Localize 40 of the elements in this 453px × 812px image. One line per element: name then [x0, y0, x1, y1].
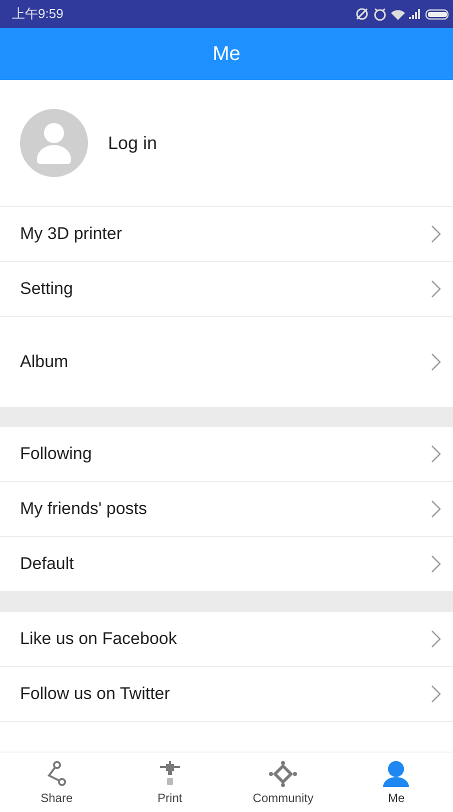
login-link[interactable]: Log in: [108, 132, 158, 154]
network-icon: [269, 760, 298, 786]
chevron-icon: [431, 555, 441, 573]
menu-item[interactable]: Like us on Facebook: [0, 612, 453, 667]
tab[interactable]: Print: [113, 753, 226, 812]
avatar-icon: [20, 109, 88, 177]
menu-label: My 3D printer: [20, 224, 122, 244]
menu-item[interactable]: My friends' posts: [0, 482, 453, 537]
menu-item[interactable]: Setting: [0, 262, 453, 317]
menu-label: Setting: [20, 279, 73, 299]
chevron-icon: [431, 225, 441, 243]
nozzle-icon: [158, 760, 182, 786]
chevron-icon: [431, 353, 441, 371]
menu-item[interactable]: My 3D printer: [0, 207, 453, 262]
mute-icon: [355, 7, 369, 21]
person-icon: [382, 760, 410, 786]
menu-label: Follow us on Twitter: [20, 684, 170, 704]
menu-label: My friends' posts: [20, 499, 148, 519]
tab[interactable]: Share: [0, 753, 114, 812]
signal-icon: [409, 7, 421, 21]
menu-label: Default: [20, 554, 74, 574]
alarm-icon: [373, 7, 387, 21]
menu-label: Following: [20, 444, 92, 464]
menu-item[interactable]: Following: [0, 427, 453, 482]
chevron-icon: [431, 685, 441, 703]
menu-item[interactable]: Album: [0, 317, 453, 407]
share-icon: [44, 760, 69, 786]
page-title: Me: [212, 42, 240, 66]
menu-label: Like us on Facebook: [20, 629, 177, 649]
tab[interactable]: Community: [226, 753, 340, 812]
chevron-icon: [431, 280, 441, 298]
tab[interactable]: Me: [340, 753, 453, 812]
chevron-icon: [431, 500, 441, 518]
chevron-icon: [431, 445, 441, 463]
status-time: 上午9:59: [12, 5, 64, 23]
battery-icon: [425, 7, 449, 21]
chevron-icon: [431, 630, 441, 648]
wifi-icon: [391, 7, 405, 21]
menu-label: Album: [20, 352, 68, 372]
menu-item[interactable]: Follow us on Twitter: [0, 667, 453, 722]
